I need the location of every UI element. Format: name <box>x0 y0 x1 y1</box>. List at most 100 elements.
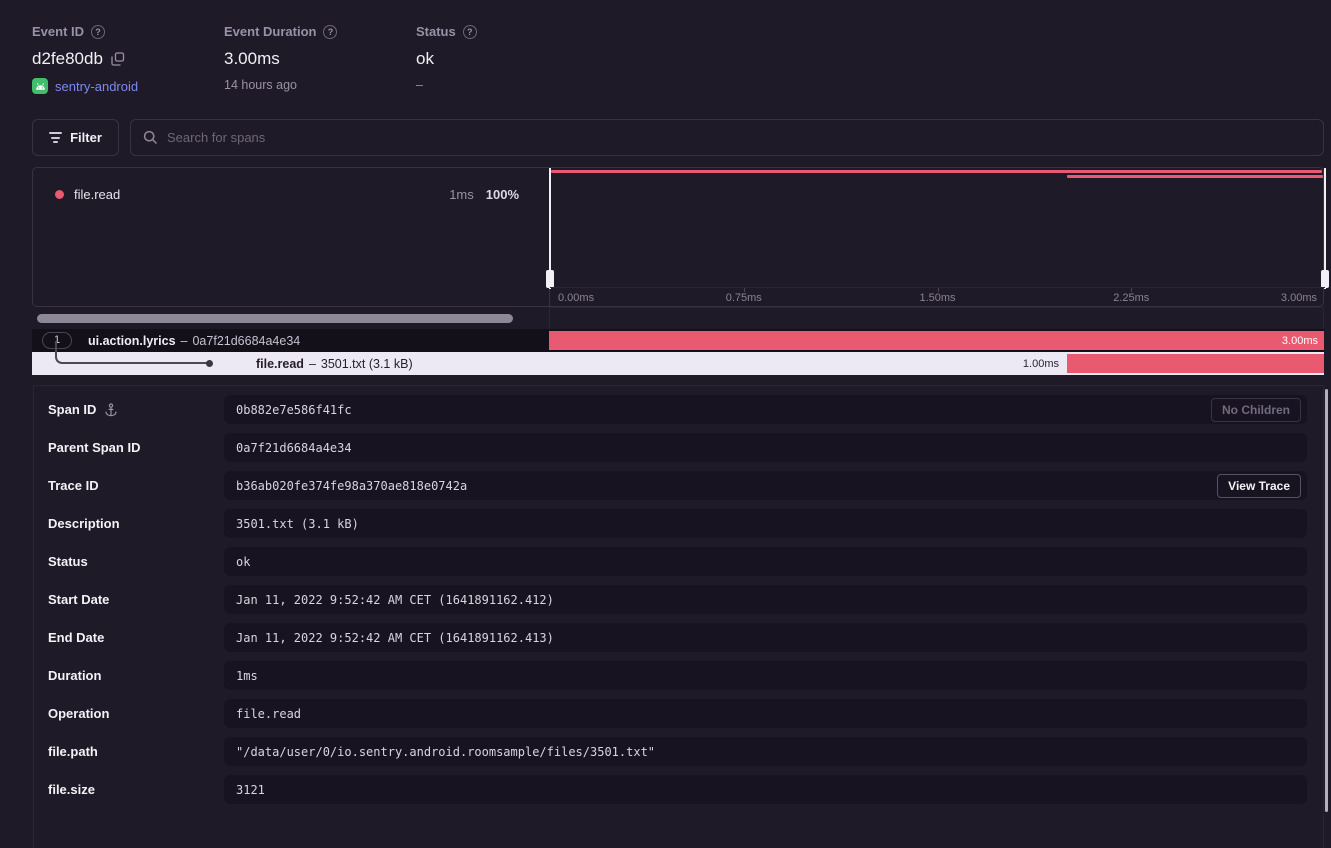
detail-label: Parent Span ID <box>48 440 140 455</box>
span-row-selected[interactable]: file.read – 3501.txt (3.1 kB) 1.00ms <box>32 352 1324 375</box>
detail-label: file.path <box>48 744 98 759</box>
detail-row-duration: Duration 1ms <box>48 661 1307 690</box>
detail-value-pill: 3121 <box>224 775 1307 804</box>
axis-tick-label: 2.25ms <box>1113 292 1149 304</box>
detail-label: Start Date <box>48 592 109 607</box>
horizontal-scrollbar-thumb[interactable] <box>37 314 513 323</box>
span-description: 0a7f21d6684a4e34 <box>192 334 300 348</box>
span-details-panel: Span ID 0b882e7e586f41fc No Children Par… <box>33 385 1324 848</box>
anchor-icon[interactable] <box>104 403 118 417</box>
status-column: Status ? ok – <box>416 24 477 92</box>
detail-row-operation: Operation file.read <box>48 699 1307 728</box>
status-detail-value: ok <box>236 555 250 569</box>
filter-icon <box>49 132 62 143</box>
span-search-box[interactable] <box>130 119 1324 156</box>
status-sub: – <box>416 78 477 92</box>
span-duration-bar: 3.00ms <box>549 331 1324 350</box>
trace-id-value: b36ab020fe374fe98a370ae818e0742a <box>236 479 467 493</box>
axis-tick-label: 3.00ms <box>1281 292 1317 304</box>
event-id-column: Event ID ? d2fe80db s <box>32 24 138 94</box>
detail-row-parent-span-id: Parent Span ID 0a7f21d6684a4e34 <box>48 433 1307 462</box>
description-value: 3501.txt (3.1 kB) <box>236 517 359 531</box>
filter-button[interactable]: Filter <box>32 119 119 156</box>
detail-row-file-path: file.path "/data/user/0/io.sentry.androi… <box>48 737 1307 766</box>
detail-label: Operation <box>48 706 109 721</box>
detail-label: Description <box>48 516 120 531</box>
detail-row-trace-id: Trace ID b36ab020fe374fe98a370ae818e0742… <box>48 471 1307 500</box>
timeline-footer-strip <box>549 307 1324 330</box>
detail-label: Trace ID <box>48 478 99 493</box>
span-description: 3501.txt (3.1 kB) <box>321 357 413 371</box>
detail-value-pill: file.read <box>224 699 1307 728</box>
minimap-left-drag-handle[interactable] <box>546 168 555 289</box>
span-duration-label: 3.00ms <box>1282 335 1318 347</box>
view-trace-button[interactable]: View Trace <box>1217 474 1301 498</box>
detail-value-pill: 0b882e7e586f41fc No Children <box>224 395 1307 424</box>
file-size-value: 3121 <box>236 783 265 797</box>
parent-span-id-value: 0a7f21d6684a4e34 <box>236 441 352 455</box>
horizontal-scrollbar[interactable] <box>32 308 549 329</box>
detail-value-pill: Jan 11, 2022 9:52:42 AM CET (1641891162.… <box>224 585 1307 614</box>
help-icon[interactable]: ? <box>323 25 337 39</box>
span-dash: – <box>309 357 316 371</box>
help-icon[interactable]: ? <box>463 25 477 39</box>
detail-label: End Date <box>48 630 104 645</box>
file-path-value: "/data/user/0/io.sentry.android.roomsamp… <box>236 745 655 759</box>
operations-breakdown-panel: file.read 1ms 100% <box>33 168 550 306</box>
axis-tick-label: 0.75ms <box>726 292 762 304</box>
span-duration-label: 1.00ms <box>1023 352 1059 375</box>
detail-label: file.size <box>48 782 95 797</box>
project-link[interactable]: sentry-android <box>55 79 138 94</box>
trace-event-page: Event ID ? d2fe80db s <box>0 0 1331 848</box>
operation-value: file.read <box>236 707 301 721</box>
event-id-value: d2fe80db <box>32 49 103 69</box>
span-duration-bar <box>1067 354 1324 373</box>
detail-row-start-date: Start Date Jan 11, 2022 9:52:42 AM CET (… <box>48 585 1307 614</box>
trace-minimap: file.read 1ms 100% 0.00ms 0.75ms 1.50ms … <box>32 167 1324 307</box>
copy-icon[interactable] <box>111 52 125 66</box>
event-duration-column: Event Duration ? 3.00ms 14 hours ago <box>224 24 337 92</box>
help-icon[interactable]: ? <box>91 25 105 39</box>
event-duration-label: Event Duration <box>224 24 316 39</box>
operation-duration: 1ms <box>449 187 474 202</box>
operation-percent: 100% <box>486 187 519 202</box>
no-children-button[interactable]: No Children <box>1211 398 1301 422</box>
vertical-scrollbar-thumb[interactable] <box>1325 389 1328 812</box>
span-operation: file.read <box>256 357 304 371</box>
span-row-root[interactable]: 1 ui.action.lyrics – 0a7f21d6684a4e34 3.… <box>32 329 1324 352</box>
search-input[interactable] <box>167 130 1311 145</box>
android-platform-icon <box>32 78 48 94</box>
detail-value-pill: 1ms <box>224 661 1307 690</box>
detail-value-pill: b36ab020fe374fe98a370ae818e0742a View Tr… <box>224 471 1307 500</box>
axis-tick-label: 0.00ms <box>558 292 594 304</box>
operation-name: file.read <box>74 187 439 202</box>
event-duration-value: 3.00ms <box>224 49 280 69</box>
minimap-span-line <box>551 170 1322 173</box>
detail-row-file-size: file.size 3121 <box>48 775 1307 804</box>
span-id-value: 0b882e7e586f41fc <box>236 403 352 417</box>
event-age: 14 hours ago <box>224 78 337 92</box>
detail-row-end-date: End Date Jan 11, 2022 9:52:42 AM CET (16… <box>48 623 1307 652</box>
event-id-label: Event ID <box>32 24 84 39</box>
axis-tick-label: 1.50ms <box>919 292 955 304</box>
minimap-timeline[interactable] <box>550 168 1325 289</box>
duration-value: 1ms <box>236 669 258 683</box>
minimap-right-drag-handle[interactable] <box>1321 168 1330 289</box>
detail-value-pill: 0a7f21d6684a4e34 <box>224 433 1307 462</box>
detail-row-status: Status ok <box>48 547 1307 576</box>
operation-color-dot <box>55 190 64 199</box>
start-date-value: Jan 11, 2022 9:52:42 AM CET (1641891162.… <box>236 593 554 607</box>
detail-label: Status <box>48 554 88 569</box>
detail-row-span-id: Span ID 0b882e7e586f41fc No Children <box>48 395 1307 424</box>
detail-value-pill: Jan 11, 2022 9:52:42 AM CET (1641891162.… <box>224 623 1307 652</box>
status-value: ok <box>416 49 434 69</box>
detail-value-pill: "/data/user/0/io.sentry.android.roomsamp… <box>224 737 1307 766</box>
detail-label: Duration <box>48 668 101 683</box>
status-label: Status <box>416 24 456 39</box>
filter-button-label: Filter <box>70 130 102 145</box>
detail-value-pill: ok <box>224 547 1307 576</box>
operation-row[interactable]: file.read 1ms 100% <box>33 168 549 202</box>
end-date-value: Jan 11, 2022 9:52:42 AM CET (1641891162.… <box>236 631 554 645</box>
tree-connector-dot <box>206 360 213 367</box>
event-id-label-row: Event ID ? <box>32 24 138 39</box>
